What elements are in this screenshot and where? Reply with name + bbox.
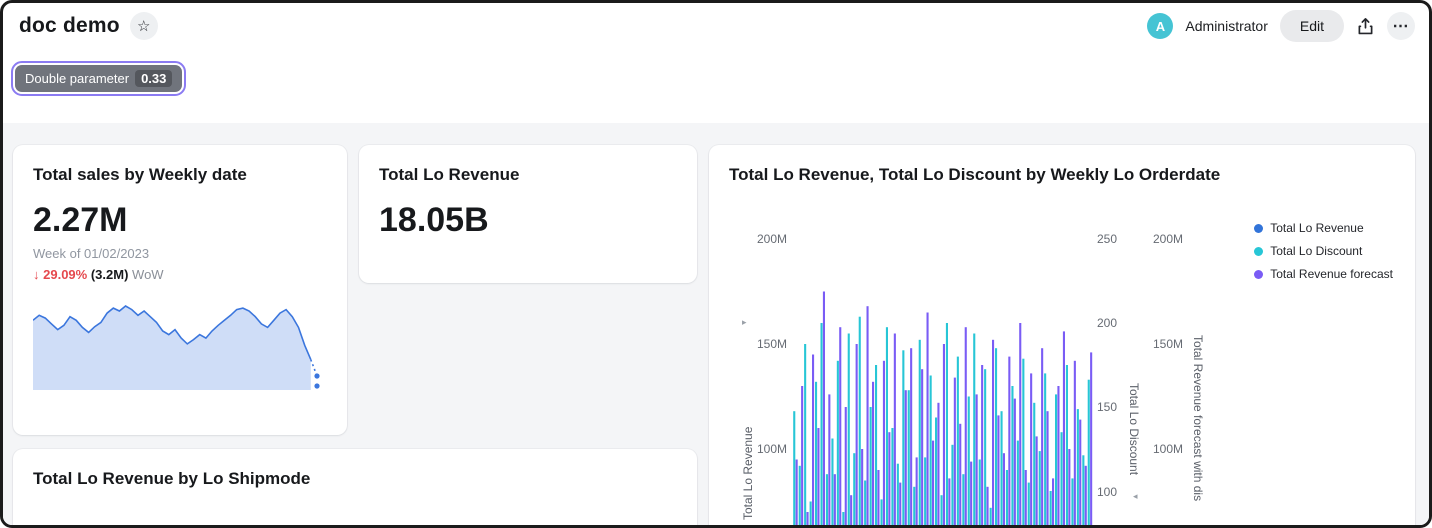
legend-dot — [1254, 247, 1263, 256]
card-combo-chart[interactable]: Total Lo Revenue, Total Lo Discount by W… — [709, 145, 1415, 528]
favorite-button[interactable]: ☆ — [130, 12, 158, 40]
legend-label: Total Revenue forecast — [1270, 267, 1393, 281]
y-tick: 200M — [743, 231, 787, 247]
delta-percent: 29.09% — [43, 267, 87, 282]
legend-dot — [1254, 224, 1263, 233]
card-title: Total Lo Revenue — [379, 165, 677, 185]
legend-label: Total Lo Discount — [1270, 244, 1362, 258]
y-tick: 100M — [1153, 441, 1183, 457]
chart-legend: Total Lo Revenue Total Lo Discount Total… — [1254, 221, 1393, 281]
delta-absolute: (3.2M) — [91, 267, 129, 282]
combo-chart-area: Total Lo Revenue ▸ 200M 150M 100M 250 20… — [729, 195, 1395, 528]
parameter-chip-focus-ring: Double parameter 0.33 — [11, 61, 186, 96]
y-tick: 200M — [1153, 231, 1183, 247]
y-tick: 150 — [1097, 399, 1117, 415]
legend-dot — [1254, 270, 1263, 279]
y-tick: 150M — [743, 336, 787, 352]
avatar[interactable]: A — [1147, 13, 1173, 39]
parameter-value: 0.33 — [135, 70, 172, 87]
parameter-label: Double parameter — [25, 71, 129, 86]
legend-label: Total Lo Revenue — [1270, 221, 1363, 235]
arrow-down-icon: ↓ — [33, 267, 40, 282]
kpi-value: 2.27M — [33, 201, 327, 240]
card-title: Total sales by Weekly date — [33, 165, 327, 185]
delta-period: WoW — [132, 267, 164, 282]
combo-bars — [793, 229, 1093, 528]
axis-scroll-right-icon[interactable]: ▸ — [742, 317, 747, 328]
edit-button[interactable]: Edit — [1280, 10, 1344, 42]
legend-item-revenue[interactable]: Total Lo Revenue — [1254, 221, 1393, 235]
card-total-sales[interactable]: Total sales by Weekly date 2.27M Week of… — [13, 145, 347, 435]
header-actions: A Administrator Edit ⋯ — [1147, 10, 1415, 42]
parameter-bar: Double parameter 0.33 — [11, 61, 1429, 96]
sales-sparkline — [33, 298, 325, 390]
discount-axis-title: Total Lo Discount — [1127, 383, 1141, 528]
kpi-delta: ↓ 29.09% (3.2M) WoW — [33, 267, 327, 282]
card-shipmode[interactable]: Total Lo Revenue by Lo Shipmode — [13, 449, 697, 528]
y-tick: 250 — [1097, 231, 1117, 247]
card-title: Total Lo Revenue by Lo Shipmode — [33, 469, 677, 489]
kpi-value: 18.05B — [379, 201, 677, 240]
header: doc demo ☆ A Administrator Edit ⋯ — [3, 3, 1429, 49]
card-title: Total Lo Revenue, Total Lo Discount by W… — [729, 165, 1395, 185]
axis-scroll-left-icon[interactable]: ◂ — [1133, 491, 1138, 502]
card-total-lo-revenue[interactable]: Total Lo Revenue 18.05B — [359, 145, 697, 283]
y-tick: 100M — [743, 441, 787, 457]
share-button[interactable] — [1356, 17, 1375, 36]
share-icon — [1356, 17, 1375, 36]
star-icon: ☆ — [137, 17, 150, 35]
kpi-subtitle: Week of 01/02/2023 — [33, 246, 327, 261]
forecast-axis-title: Total Revenue forecast with dis — [1191, 335, 1205, 528]
user-name: Administrator — [1185, 18, 1267, 34]
left-axis-title: Total Lo Revenue — [741, 335, 755, 520]
app-window: doc demo ☆ A Administrator Edit ⋯ — [0, 0, 1432, 528]
y-tick: 100 — [1097, 484, 1117, 500]
double-parameter-chip[interactable]: Double parameter 0.33 — [15, 65, 182, 92]
legend-item-forecast[interactable]: Total Revenue forecast — [1254, 267, 1393, 281]
legend-item-discount[interactable]: Total Lo Discount — [1254, 244, 1393, 258]
ellipsis-icon: ⋯ — [1393, 16, 1410, 36]
dashboard-canvas: Total sales by Weekly date 2.27M Week of… — [3, 123, 1429, 525]
page-title: doc demo — [19, 14, 120, 38]
more-button[interactable]: ⋯ — [1387, 12, 1415, 40]
y-tick: 150M — [1153, 336, 1183, 352]
y-tick: 200 — [1097, 315, 1117, 331]
